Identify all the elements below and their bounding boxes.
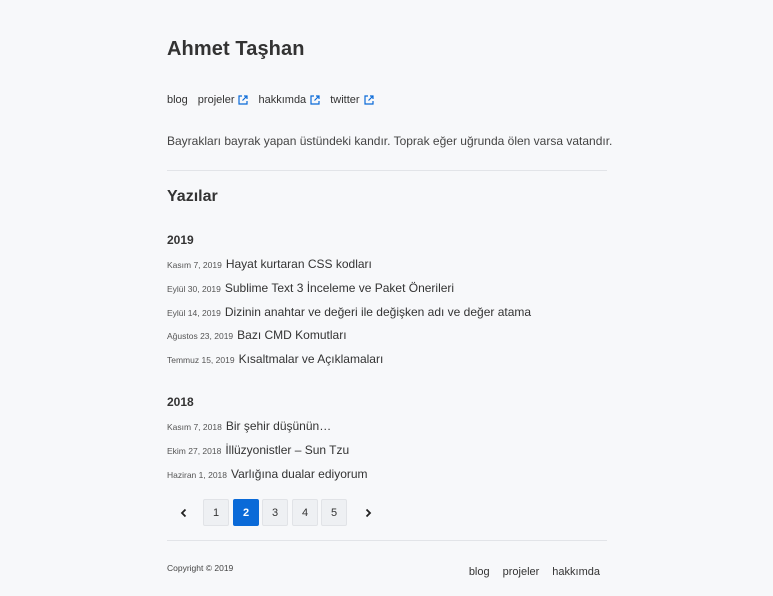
nav-link-label: blog [167, 94, 188, 106]
external-link-icon [363, 95, 374, 105]
nav-link-label: projeler [197, 94, 235, 106]
year-heading: 2019 [167, 233, 194, 247]
page-button-5[interactable]: 5 [321, 499, 347, 526]
post-item: Eylül 14, 2019 Dizinin anahtar ve değeri… [167, 305, 531, 319]
footer-link-projeler[interactable]: projeler [503, 566, 540, 578]
external-link-icon [310, 95, 320, 105]
post-date: Ağustos 23, 2019 [167, 331, 234, 341]
post-link[interactable]: Varlığına dualar ediyorum [231, 467, 368, 481]
post-link[interactable]: Hayat kurtaran CSS kodları [226, 257, 372, 271]
post-date: Eylül 14, 2019 [167, 308, 221, 318]
tagline: Bayrakları bayrak yapan üstündeki kandır… [167, 134, 613, 148]
post-item: Kasım 7, 2019 Hayat kurtaran CSS kodları [167, 257, 372, 271]
top-nav: blog projeler hakkımda twitter [167, 94, 374, 106]
page-button-3[interactable]: 3 [262, 499, 288, 526]
next-page-button[interactable] [354, 499, 382, 527]
chevron-right-icon [365, 508, 372, 518]
page-button-2-current[interactable]: 2 [233, 499, 259, 526]
copyright-text: Copyright © 2019 [167, 563, 234, 573]
post-item: Eylül 30, 2019 Sublime Text 3 İnceleme v… [167, 281, 454, 295]
divider [167, 170, 607, 171]
site-title[interactable]: Ahmet Taşhan [167, 38, 305, 61]
post-link[interactable]: Kısaltmalar ve Açıklamaları [239, 352, 384, 366]
nav-link-blog[interactable]: blog [167, 94, 188, 106]
post-link[interactable]: Dizinin anahtar ve değeri ile değişken a… [225, 305, 531, 319]
prev-page-button[interactable] [170, 499, 198, 527]
section-title: Yazılar [167, 188, 218, 205]
chevron-left-icon [180, 508, 187, 518]
nav-link-label: hakkımda [258, 94, 307, 106]
post-item: Ekim 27, 2018 İllüzyonistler – Sun Tzu [167, 443, 349, 457]
footer-divider [167, 540, 607, 541]
post-link[interactable]: Bir şehir düşünün… [226, 419, 331, 433]
footer-nav: blog projeler hakkımda [469, 566, 600, 578]
post-date: Ekim 27, 2018 [167, 446, 222, 456]
year-heading: 2018 [167, 395, 194, 409]
nav-link-projeler[interactable]: projeler [198, 94, 249, 106]
footer-link-hakkimda[interactable]: hakkımda [552, 566, 600, 578]
post-date: Eylül 30, 2019 [167, 284, 221, 294]
footer-link-blog[interactable]: blog [469, 566, 490, 578]
post-date: Temmuz 15, 2019 [167, 355, 235, 365]
post-link[interactable]: Sublime Text 3 İnceleme ve Paket Önerile… [225, 281, 454, 295]
post-date: Kasım 7, 2019 [167, 260, 222, 270]
post-link[interactable]: Bazı CMD Komutları [237, 328, 346, 342]
external-link-icon [238, 95, 249, 105]
nav-link-label: twitter [330, 94, 360, 106]
post-item: Temmuz 15, 2019 Kısaltmalar ve Açıklamal… [167, 352, 383, 366]
post-date: Haziran 1, 2018 [167, 470, 228, 480]
post-item: Ağustos 23, 2019 Bazı CMD Komutları [167, 328, 347, 342]
post-date: Kasım 7, 2018 [167, 422, 222, 432]
post-item: Haziran 1, 2018 Varlığına dualar ediyoru… [167, 467, 368, 481]
nav-link-twitter[interactable]: twitter [330, 94, 374, 106]
post-item: Kasım 7, 2018 Bir şehir düşünün… [167, 419, 331, 433]
page-button-4[interactable]: 4 [292, 499, 318, 526]
nav-link-hakkimda[interactable]: hakkımda [258, 94, 320, 106]
page-button-1[interactable]: 1 [203, 499, 229, 526]
post-link[interactable]: İllüzyonistler – Sun Tzu [225, 443, 349, 457]
